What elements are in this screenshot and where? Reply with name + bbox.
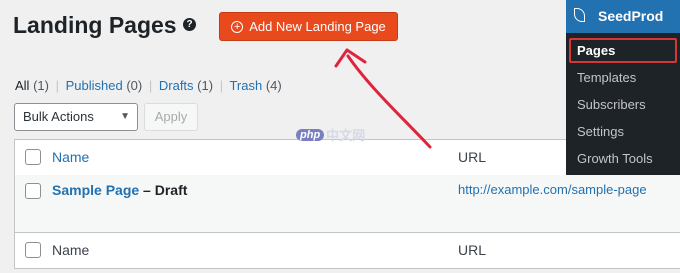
annotation-arrow	[334, 48, 432, 149]
arrow-shaft	[346, 54, 432, 149]
